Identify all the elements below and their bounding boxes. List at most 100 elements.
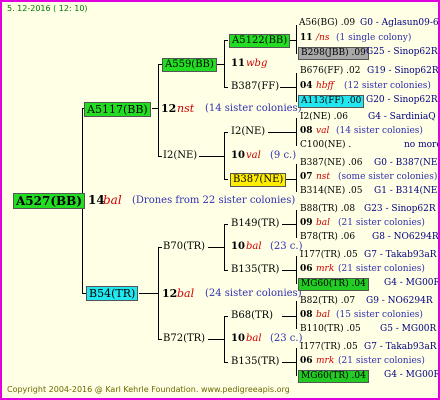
connector <box>208 339 224 340</box>
ancestor-a8-id[interactable]: B135(TR) <box>231 357 279 367</box>
root-mating-name: bal <box>103 193 122 207</box>
g4-0-mating-number: 11 <box>300 33 313 43</box>
g4-5-top-id[interactable]: I177(TR) .05 <box>300 251 358 260</box>
connector <box>224 224 228 225</box>
ancestor-a5-id[interactable]: B149(TR) <box>231 219 279 229</box>
g4-6-top-line: G9 - NO6294R <box>366 296 433 306</box>
g4-3-mating-name: nst <box>316 172 331 182</box>
sire-sire-mating-name: wbg <box>246 58 268 69</box>
g4-7-bottom-id[interactable]: MG60(TR) .04 <box>298 370 369 383</box>
g4-2-mating-number: 08 <box>300 126 313 136</box>
dam-sire-mating-name: bal <box>246 241 262 252</box>
g4-6-bottom-id[interactable]: B110(TR) .05 <box>300 325 361 334</box>
header-date: 5. 12-2016 ( 12: 10) <box>7 4 88 13</box>
g4-4-top-id[interactable]: B88(TR) .08 <box>300 205 355 214</box>
g4-2-bottom-line: no more <box>404 140 440 150</box>
sire-queen-id[interactable]: A5117(BB) <box>84 102 151 117</box>
connector <box>224 132 228 133</box>
g4-5-bottom-id[interactable]: MG60(TR) .04 <box>298 278 369 291</box>
ancestor-a6-id[interactable]: B135(TR) <box>231 265 279 275</box>
g4-0-bottom-id[interactable]: B298(JBB) .09 <box>298 47 369 60</box>
g4-0-top-line: G0 - Aglasun09-6 <box>360 18 439 28</box>
sire-dam-id[interactable]: I2(NE) <box>163 151 197 161</box>
g4-3-top-line: G0 - B387(NE) <box>374 158 440 168</box>
g4-5-mating-name: mrk <box>316 264 335 274</box>
g4-4-mating-number: 09 <box>300 218 313 228</box>
connector <box>158 339 162 340</box>
g4-7-note: (21 sister colonies) <box>338 356 425 366</box>
dam-dam-id[interactable]: B72(TR) <box>163 334 205 344</box>
g4-7-mating-number: 06 <box>300 356 313 366</box>
connector <box>282 224 296 225</box>
connector <box>224 316 225 362</box>
g4-4-bottom-id[interactable]: B78(TR) .06 <box>300 233 355 242</box>
dam-dam-mating-number: 10 <box>231 333 245 344</box>
g4-1-note: (12 sister colonies) <box>344 81 431 91</box>
ancestor-a3-id[interactable]: I2(NE) <box>231 127 265 137</box>
ancestor-a7-id[interactable]: B68(TR) <box>231 311 273 321</box>
g4-1-bottom-id[interactable]: A113(FF) .00 <box>298 95 365 108</box>
sire-sire-mating-number: 11 <box>231 58 245 69</box>
g4-6-mating-name: bal <box>316 310 331 320</box>
sire-sire-id[interactable]: A559(BB) <box>162 58 217 72</box>
connector <box>158 156 162 157</box>
connector <box>224 362 228 363</box>
g4-4-bottom-line: G8 - NO6294R <box>372 232 439 242</box>
g4-1-top-id[interactable]: B676(FF) .02 <box>300 67 360 76</box>
connector <box>282 362 296 363</box>
connector <box>296 348 297 376</box>
g4-7-top-id[interactable]: I177(TR) .05 <box>300 343 358 352</box>
g4-3-top-id[interactable]: B387(NE) .06 <box>300 159 362 168</box>
g4-3-note: (some sister colonies) <box>338 172 438 182</box>
g4-6-bottom-line: G5 - MG00R <box>380 324 437 334</box>
connector <box>280 87 296 88</box>
connector <box>158 247 159 339</box>
g4-2-top-id[interactable]: I2(NE) .06 <box>300 113 348 122</box>
connector <box>208 247 224 248</box>
connector <box>199 156 224 157</box>
connector <box>296 301 297 329</box>
ancestor-a2-id[interactable]: B387(FF) <box>231 82 279 92</box>
g4-4-top-line: G23 - Sinop62R <box>364 204 436 214</box>
g4-5-note: (21 sister colonies) <box>338 264 425 274</box>
connector <box>224 270 228 271</box>
g4-1-mating-name: hbff <box>316 81 334 91</box>
connector <box>224 40 225 87</box>
g4-7-bottom-line: G4 - MG00R <box>384 370 440 380</box>
dam-sire-mating-number: 10 <box>231 241 245 252</box>
connector <box>296 25 297 54</box>
sire-dam-note: (9 c.) <box>270 150 297 161</box>
g4-7-top-line: G7 - Takab93aR <box>364 342 437 352</box>
dam-sire-id[interactable]: B70(TR) <box>163 242 205 252</box>
g4-2-top-line: G4 - SardiniaQ <box>368 112 436 122</box>
connector <box>282 316 296 317</box>
root-queen-id[interactable]: A527(BB) <box>13 193 85 209</box>
dam-dam-note: (23 c.) <box>270 333 303 344</box>
g4-1-mating-number: 04 <box>300 81 313 91</box>
g4-0-note: (1 single colony) <box>336 33 412 43</box>
g4-6-mating-number: 08 <box>300 310 313 320</box>
g4-0-top-id[interactable]: A56(BG) .09 <box>299 19 355 28</box>
connector <box>296 118 297 146</box>
connector <box>224 40 228 41</box>
g4-3-bottom-line: G1 - B314(NE) <box>374 186 440 196</box>
g4-3-bottom-id[interactable]: B314(NE) .05 <box>300 187 362 196</box>
g4-6-top-id[interactable]: B82(TR) .07 <box>300 297 355 306</box>
dam-mating-name: bal <box>177 287 195 300</box>
connector <box>224 224 225 270</box>
ancestor-a4-id[interactable]: B387(NE) <box>230 173 287 187</box>
connector <box>158 247 162 248</box>
sire-sister-note: (14 sister colonies) <box>205 103 302 114</box>
connector <box>296 256 297 284</box>
connector <box>296 164 297 192</box>
g4-0-bottom-line: G25 - Sinop62R <box>366 47 438 57</box>
connector <box>296 73 297 102</box>
pedigree-frame: { "header": "5. 12-2016 ( 12: 10)", "foo… <box>0 0 440 400</box>
ancestor-a1-id[interactable]: A5122(BB) <box>229 34 291 48</box>
sire-mating-number: 12 <box>161 102 177 115</box>
dam-queen-id[interactable]: B54(TR) <box>86 286 139 301</box>
connector <box>158 64 159 156</box>
g4-6-note: (15 sister colonies) <box>336 310 423 320</box>
g4-2-bottom-id[interactable]: C100(NE) . <box>300 141 351 150</box>
g4-5-bottom-line: G4 - MG00R <box>384 278 440 288</box>
